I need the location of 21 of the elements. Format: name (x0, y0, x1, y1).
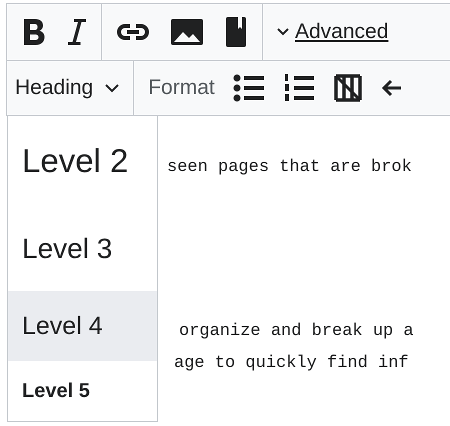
arrow-left-icon (380, 79, 401, 97)
link-icon (116, 22, 150, 42)
menu-item[interactable]: Level 4 (8, 291, 157, 361)
code-line: age to quickly find inf (173, 353, 410, 375)
menu-item[interactable]: Level 5 (8, 361, 157, 421)
code-line: organize and break up a (178, 321, 415, 343)
numbered-list-icon (282, 73, 315, 103)
bookmark-icon (224, 16, 248, 48)
format-button[interactable]: Format (140, 72, 223, 104)
chevron-down-icon (277, 28, 289, 36)
advanced-button[interactable]: Advanced (269, 16, 396, 48)
bulleted-list-icon (232, 74, 265, 102)
heading-dropdown[interactable]: Heading (7, 61, 134, 115)
menu-item[interactable]: Level 2 (8, 116, 157, 206)
code-line: seen pages that are brok (167, 157, 413, 179)
table-strikethrough-icon (332, 73, 363, 103)
italic-icon (67, 17, 87, 47)
image-icon (170, 18, 204, 46)
chevron-down-icon (105, 84, 120, 92)
menu-item[interactable]: Level 3 (8, 206, 157, 291)
bold-icon (21, 17, 47, 47)
